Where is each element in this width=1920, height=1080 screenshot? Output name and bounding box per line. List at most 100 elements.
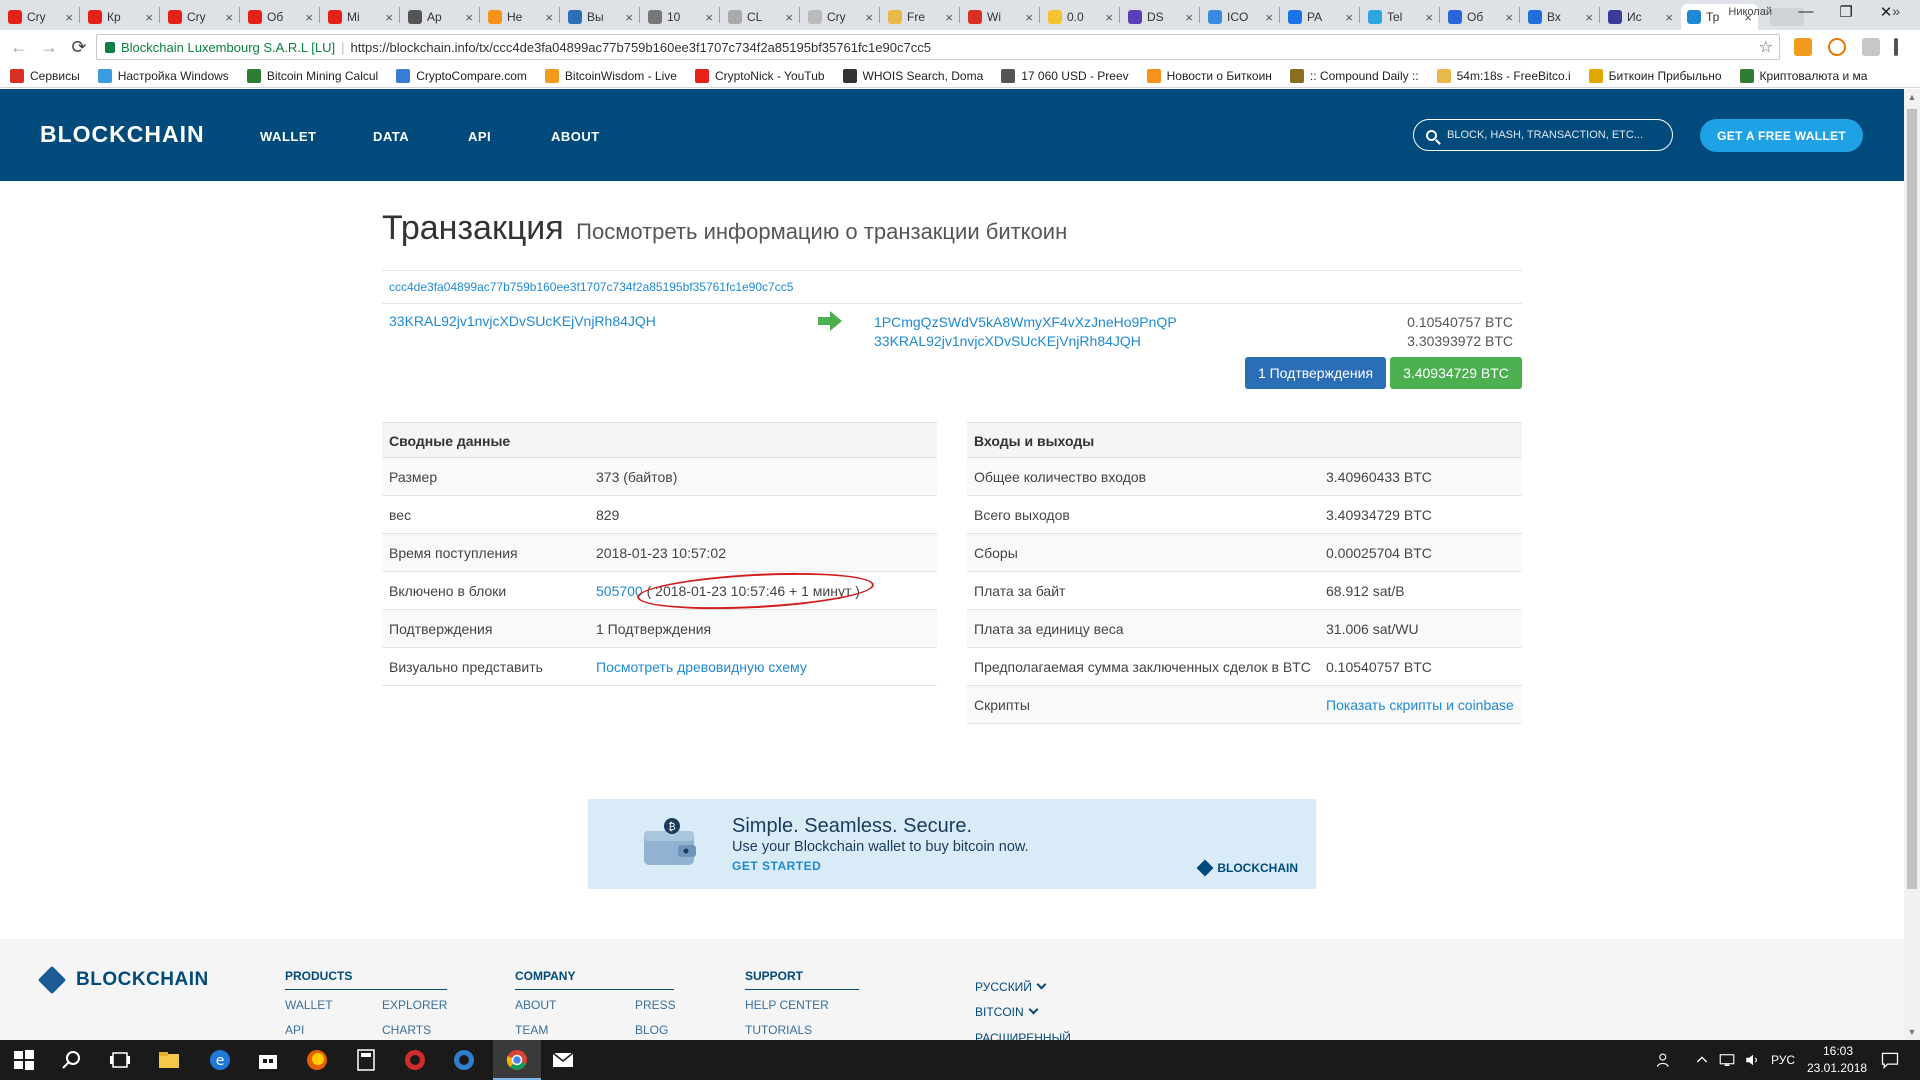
footer-link-press[interactable]: PRESS [635, 998, 676, 1012]
bookmark-item[interactable]: Настройка Windows [97, 68, 229, 83]
tab-close-icon[interactable]: × [1185, 10, 1193, 25]
footer-link-api[interactable]: API [285, 1023, 304, 1037]
address-bar[interactable]: Blockchain Luxembourg S.A.R.L [LU] | htt… [96, 34, 1780, 60]
extension-rss-icon[interactable] [1794, 38, 1812, 56]
bookmark-star-icon[interactable]: ☆ [1759, 37, 1773, 57]
scrollbar-thumb[interactable] [1907, 109, 1917, 889]
browser-tab[interactable]: Cry × [802, 4, 879, 30]
volume-icon[interactable] [1744, 1048, 1762, 1072]
nav-data[interactable]: DATA [373, 129, 409, 144]
bookmark-item[interactable]: BitcoinWisdom - Live [544, 68, 677, 83]
page-scrollbar[interactable]: ▲ ▼ [1904, 89, 1920, 1040]
network-icon[interactable] [1718, 1048, 1736, 1072]
tab-close-icon[interactable]: × [1345, 10, 1353, 25]
footer-link-explorer[interactable]: EXPLORER [382, 998, 447, 1012]
bookmark-item[interactable]: Криптовалюта и ма [1739, 68, 1867, 83]
scroll-down-icon[interactable]: ▼ [1904, 1027, 1920, 1037]
tab-close-icon[interactable]: × [65, 10, 73, 25]
notifications-icon[interactable] [1880, 1048, 1900, 1072]
browser-tab[interactable]: Ис × [1602, 4, 1679, 30]
footer-link-team[interactable]: TEAM [515, 1023, 548, 1037]
browser-tab[interactable]: CL × [722, 4, 799, 30]
site-search-input[interactable] [1447, 129, 1657, 141]
show-scripts-link[interactable]: Показать скрипты и coinbase [1326, 697, 1514, 713]
nav-about[interactable]: ABOUT [551, 129, 600, 144]
ccleaner-icon[interactable] [452, 1048, 476, 1072]
chevron-up-icon[interactable] [1694, 1048, 1710, 1072]
reload-button[interactable]: ⟳ [64, 37, 94, 58]
bookmark-item[interactable]: 54m:18s - FreeBitco.i [1436, 68, 1571, 83]
footer-link-wallet[interactable]: WALLET [285, 998, 333, 1012]
forward-button[interactable]: → [34, 37, 64, 58]
total-amount-badge[interactable]: 3.40934729 BTC [1390, 357, 1522, 389]
footer-logo[interactable]: BLOCKCHAIN [37, 965, 209, 995]
tab-close-icon[interactable]: × [1585, 10, 1593, 25]
scroll-up-icon[interactable]: ▲ [1904, 92, 1920, 102]
file-explorer-icon[interactable] [157, 1048, 181, 1072]
tab-close-icon[interactable]: × [785, 10, 793, 25]
tab-close-icon[interactable]: × [705, 10, 713, 25]
bookmark-item[interactable]: CryptoNick - YouTub [694, 68, 825, 83]
tab-close-icon[interactable]: × [1025, 10, 1033, 25]
browser-tab[interactable]: Ap × [402, 4, 479, 30]
bookmarks-overflow-button[interactable]: » [1892, 3, 1900, 19]
language-selector[interactable]: РУССКИЙ [975, 979, 1047, 994]
tx-output-address-link[interactable]: 33KRAL92jv1nvjcXDvSUcKEjVnjRh84JQH [874, 332, 1177, 351]
browser-tab[interactable]: Не × [482, 4, 559, 30]
nav-wallet[interactable]: WALLET [260, 129, 316, 144]
tab-close-icon[interactable]: × [305, 10, 313, 25]
browser-tab[interactable]: Об × [242, 4, 319, 30]
browser-tab[interactable]: Cry × [2, 4, 79, 30]
tab-close-icon[interactable]: × [545, 10, 553, 25]
confirmations-badge[interactable]: 1 Подтверждения [1245, 357, 1386, 389]
calculator-icon[interactable] [354, 1048, 378, 1072]
footer-link-tutorials[interactable]: TUTORIALS [745, 1023, 812, 1037]
tab-close-icon[interactable]: × [865, 10, 873, 25]
search-icon[interactable] [60, 1048, 84, 1072]
firefox-icon[interactable] [305, 1048, 329, 1072]
bookmark-item[interactable]: :: Compound Daily :: [1289, 68, 1419, 83]
tab-close-icon[interactable]: × [1265, 10, 1273, 25]
banner-get-started-link[interactable]: GET STARTED [732, 859, 821, 873]
back-button[interactable]: ← [4, 37, 34, 58]
bookmark-item[interactable]: 17 060 USD - Preev [1001, 68, 1129, 83]
browser-tab[interactable]: PA × [1282, 4, 1359, 30]
extension-clock-icon[interactable] [1828, 38, 1846, 56]
bookmark-item[interactable]: Биткоин Прибыльно [1588, 68, 1722, 83]
browser-tab[interactable]: Tel × [1362, 4, 1439, 30]
tx-hash-link[interactable]: ccc4de3fa04899ac77b759b160ee3f1707c734f2… [389, 280, 793, 294]
tab-close-icon[interactable]: × [1105, 10, 1113, 25]
url-text[interactable]: https://blockchain.info/tx/ccc4de3fa0489… [351, 40, 931, 55]
footer-link-charts[interactable]: CHARTS [382, 1023, 431, 1037]
tab-close-icon[interactable]: × [1505, 10, 1513, 25]
task-view-icon[interactable] [108, 1048, 132, 1072]
tab-close-icon[interactable]: × [1665, 10, 1673, 25]
bookmark-item[interactable]: CryptoCompare.com [396, 68, 527, 83]
extension-puzzle-icon[interactable] [1862, 38, 1880, 56]
tab-close-icon[interactable]: × [1425, 10, 1433, 25]
browser-tab[interactable]: Вы × [562, 4, 639, 30]
chrome-icon[interactable] [505, 1048, 529, 1072]
browser-profile-name[interactable]: Николай [1728, 6, 1772, 18]
window-close-button[interactable]: ✕ [1866, 3, 1906, 21]
store-icon[interactable] [256, 1048, 280, 1072]
clock-time[interactable]: 16:03 [1823, 1044, 1853, 1058]
opera-icon[interactable] [403, 1048, 427, 1072]
tab-close-icon[interactable]: × [145, 10, 153, 25]
browser-tab[interactable]: DS × [1122, 4, 1199, 30]
view-tree-chart-link[interactable]: Посмотреть древовидную схему [596, 659, 807, 675]
bookmark-item[interactable]: Новости о Биткоин [1146, 68, 1272, 83]
browser-tab[interactable]: ICO × [1202, 4, 1279, 30]
mail-icon[interactable] [551, 1048, 575, 1072]
browser-tab[interactable]: Cry × [162, 4, 239, 30]
window-minimize-button[interactable]: — [1786, 3, 1826, 20]
block-height-link[interactable]: 505700 [596, 583, 643, 599]
tab-close-icon[interactable]: × [465, 10, 473, 25]
currency-selector[interactable]: BITCOIN [975, 1004, 1039, 1019]
browser-tab[interactable]: Mi × [322, 4, 399, 30]
tab-close-icon[interactable]: × [945, 10, 953, 25]
window-maximize-button[interactable]: ❐ [1826, 3, 1866, 21]
bookmark-item[interactable]: Сервисы [10, 68, 80, 83]
bookmark-item[interactable]: Bitcoin Mining Calcul [246, 68, 378, 83]
nav-api[interactable]: API [468, 129, 491, 144]
